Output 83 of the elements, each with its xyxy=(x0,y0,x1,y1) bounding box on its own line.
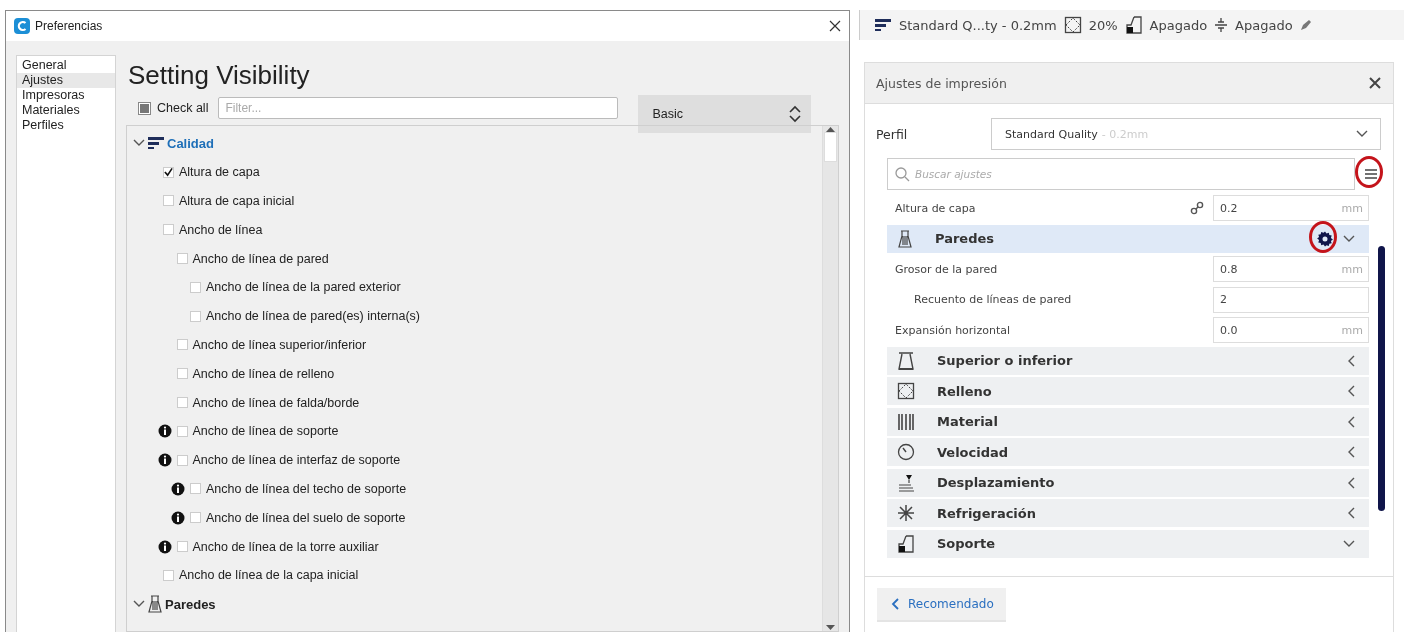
setting-label: Ancho de línea de relleno xyxy=(192,366,335,381)
setting-label: Ancho de línea de interfaz de soporte xyxy=(192,453,401,468)
print-setup-bar[interactable]: Standard Q...ty - 0.2mm 20% Apagado Apagado xyxy=(859,10,1404,40)
setting-label: Altura de capa inicial xyxy=(179,194,295,208)
filter-field[interactable]: Filter... xyxy=(218,97,619,119)
sidebar-item[interactable]: Impresoras xyxy=(17,88,115,103)
category-header[interactable]: Desplazamiento xyxy=(887,468,1369,497)
scroll-down-icon xyxy=(826,625,835,631)
close-icon[interactable] xyxy=(1369,77,1381,89)
category-label[interactable]: Calidad xyxy=(167,135,214,151)
sidebar-item[interactable]: Ajustes xyxy=(17,73,115,88)
category-header[interactable]: Relleno xyxy=(887,377,1369,406)
category-icon xyxy=(897,504,915,523)
setting-label: Altura de capa xyxy=(179,165,260,180)
category-header[interactable]: Soporte xyxy=(887,529,1369,558)
app-logo-icon xyxy=(14,18,30,34)
checkbox[interactable] xyxy=(138,101,151,115)
category-header[interactable]: Paredes xyxy=(887,224,1369,253)
setting-label: Expansión horizontal xyxy=(894,323,1011,337)
category-icon xyxy=(147,594,163,615)
category-icon xyxy=(897,382,915,401)
value-field[interactable]: 2 xyxy=(1213,286,1369,313)
setting-label: Ancho de línea de soporte xyxy=(192,424,339,439)
preset-dropdown[interactable]: Basic xyxy=(638,95,812,133)
setting-label: Ancho de línea de pared(es) interna(s) xyxy=(206,309,420,324)
value-field[interactable]: 0.2 mm xyxy=(1213,195,1369,222)
category-label[interactable]: Paredes xyxy=(165,596,216,612)
category-header[interactable]: Superior o inferior xyxy=(887,346,1369,375)
search-field[interactable]: Buscar ajustes xyxy=(887,158,1355,190)
settings-icon[interactable] xyxy=(1317,230,1333,247)
setting-label: Ancho de línea de falda/borde xyxy=(192,395,360,410)
scrollbar-thumb[interactable] xyxy=(1377,246,1385,511)
setup-value: 20% xyxy=(1088,17,1118,33)
profile-icon xyxy=(874,18,892,32)
setting-label: Ancho de línea superior/inferior xyxy=(192,337,367,352)
checkbox[interactable] xyxy=(163,166,174,178)
setting-label: Ancho de línea del techo de soporte xyxy=(206,481,407,496)
setting-label: Recuento de líneas de pared xyxy=(913,293,1073,307)
check-all-label: Check all xyxy=(157,101,209,115)
category-header[interactable]: Material xyxy=(887,407,1369,436)
category-icon xyxy=(897,443,915,462)
category-icon xyxy=(897,472,915,493)
setting-label: Ancho de línea del suelo de soporte xyxy=(206,510,406,525)
page-heading: Setting Visibility xyxy=(128,59,311,91)
category-icon xyxy=(897,411,915,432)
search-icon xyxy=(895,167,910,182)
pencil-icon xyxy=(1299,19,1312,31)
category-icon xyxy=(897,228,913,249)
adhesion-icon xyxy=(1214,17,1229,33)
setup-value: Apagado xyxy=(1149,17,1208,33)
setting-label: Ancho de línea de pared xyxy=(192,251,329,266)
profile-label: Perfil xyxy=(876,126,909,142)
recommended-button[interactable]: Recomendado xyxy=(877,587,1006,622)
caret-icon xyxy=(1356,130,1368,138)
window-title: Preferencias xyxy=(35,19,104,33)
setting-label: Altura de capa xyxy=(894,201,977,215)
panel-title: Ajustes de impresión xyxy=(876,75,1007,91)
scrollbar-thumb[interactable] xyxy=(824,132,837,162)
category-icon xyxy=(147,136,165,151)
menu-icon[interactable] xyxy=(1364,168,1378,180)
setting-label: Ancho de línea xyxy=(179,222,263,237)
value-field[interactable]: 0.0 mm xyxy=(1213,317,1369,344)
setting-label: Ancho de línea de la pared exterior xyxy=(206,280,401,295)
setup-value: Apagado xyxy=(1235,17,1293,33)
scrollbar[interactable] xyxy=(822,126,838,631)
back-caret-icon xyxy=(891,597,899,610)
setup-value: Standard Q...ty - 0.2mm xyxy=(899,17,1057,33)
sidebar-item[interactable]: Perfiles xyxy=(17,118,115,133)
up-down-caret-icon xyxy=(789,105,802,123)
setting-label: Grosor de la pared xyxy=(894,262,999,276)
support-icon xyxy=(1124,15,1143,35)
check-icon xyxy=(164,167,173,178)
setting-label: Ancho de línea de la torre auxiliar xyxy=(192,539,379,554)
category-header[interactable]: Velocidad xyxy=(887,438,1369,467)
value-field[interactable]: 0.8 mm xyxy=(1213,256,1369,283)
infill-icon xyxy=(1063,16,1082,34)
category-header[interactable]: Refrigeración xyxy=(887,499,1369,528)
category-icon xyxy=(897,350,915,371)
sidebar-item[interactable]: General xyxy=(17,58,115,73)
sidebar-item[interactable]: Materiales xyxy=(17,103,115,118)
setting-label: Ancho de línea de la capa inicial xyxy=(179,568,359,583)
close-icon[interactable] xyxy=(829,20,841,32)
category-icon xyxy=(897,533,915,554)
